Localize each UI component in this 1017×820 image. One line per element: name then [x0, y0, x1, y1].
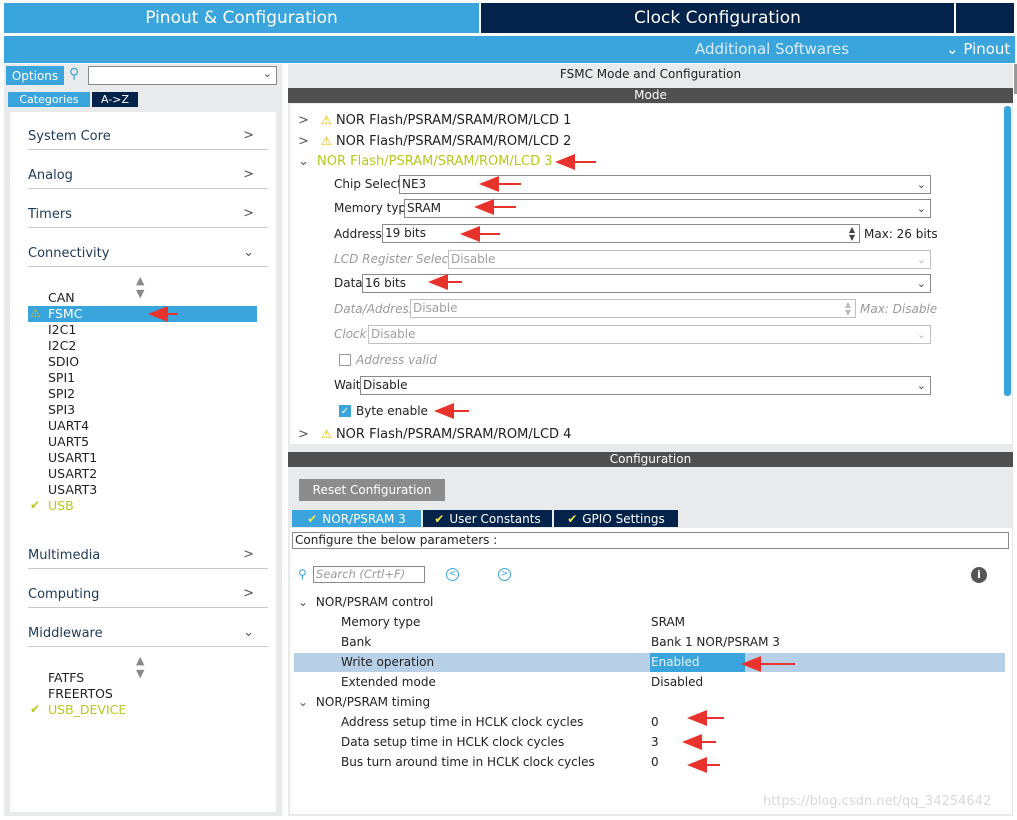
annotation-arrows [148, 154, 795, 773]
